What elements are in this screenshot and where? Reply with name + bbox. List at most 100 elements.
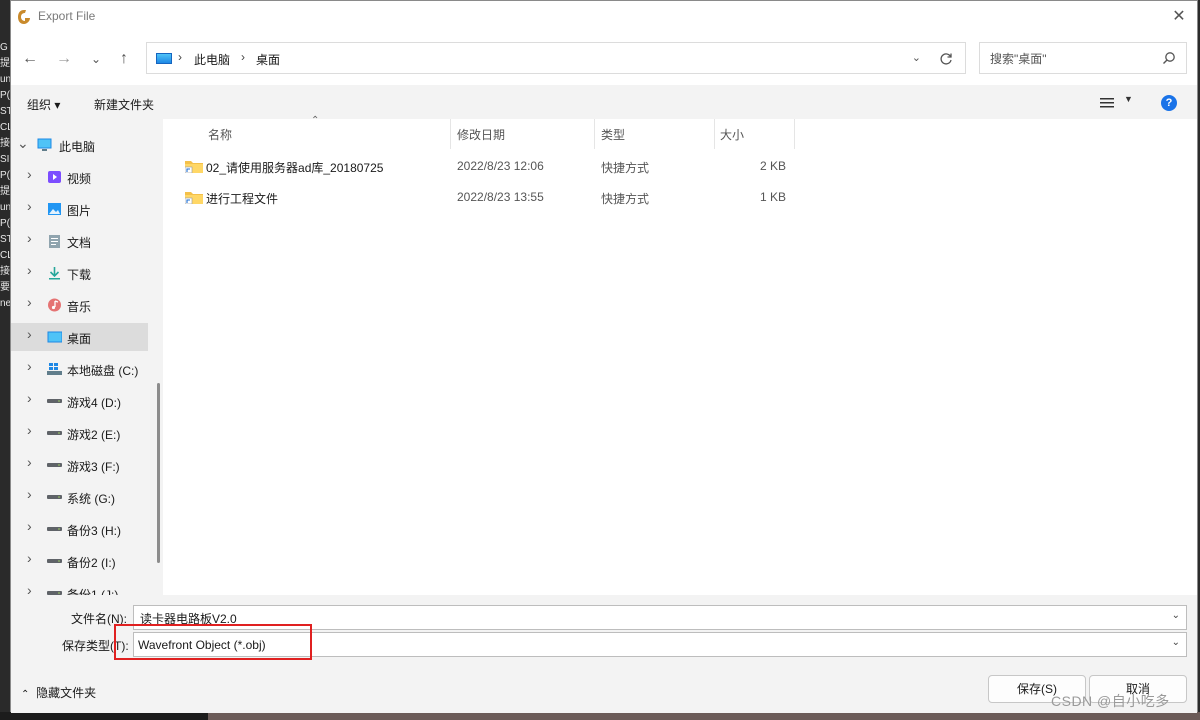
chevron-right-icon[interactable]: › [27, 166, 32, 182]
file-size: 2 KB [760, 159, 787, 173]
music-icon [48, 298, 61, 312]
help-icon[interactable]: ? [1161, 95, 1177, 111]
sidebar-item-label: 此电脑 [59, 140, 96, 154]
forward-arrow-icon[interactable]: → [53, 47, 75, 71]
chevron-right-icon[interactable]: › [27, 518, 32, 534]
sidebar-item[interactable]: › 下载 [11, 259, 148, 287]
chevron-right-icon[interactable]: › [27, 326, 32, 342]
chevron-right-icon[interactable]: › [27, 550, 32, 566]
sidebar-item-label: 图片 [67, 204, 92, 218]
file-name[interactable]: 02_请使用服务器ad库_20180725 [206, 159, 383, 176]
sidebar-item[interactable]: › 音乐 [11, 291, 148, 319]
column-divider[interactable] [714, 119, 715, 149]
sidebar-item[interactable]: ⌄ 此电脑 [11, 131, 148, 159]
view-options-icon[interactable] [1100, 97, 1114, 109]
file-date: 2022/8/23 13:55 [457, 190, 544, 204]
file-row[interactable]: 02_请使用服务器ad库_20180725 2022/8/23 12:06 快捷… [183, 150, 803, 181]
column-divider[interactable] [450, 119, 451, 149]
video-icon [48, 171, 61, 183]
column-header-name[interactable]: 名称 [208, 126, 232, 143]
chevron-right-icon[interactable]: › [27, 262, 32, 278]
file-row[interactable]: 进行工程文件 2022/8/23 13:55 快捷方式 1 KB [183, 181, 803, 212]
back-arrow-icon[interactable]: ← [19, 47, 41, 71]
chevron-right-icon[interactable]: › [27, 294, 32, 310]
hide-folders-toggle[interactable]: ⌃ 隐藏文件夹 [21, 684, 96, 701]
column-header-type[interactable]: 类型 [601, 126, 625, 143]
drive-icon [47, 527, 62, 531]
sidebar-item-label: 备份3 (H:) [67, 524, 122, 538]
sidebar-item[interactable]: › 备份3 (H:) [11, 515, 148, 543]
watermark-text: CSDN @自小吃多 [1051, 693, 1170, 709]
background-text: P( [0, 90, 10, 101]
file-name[interactable]: 进行工程文件 [206, 190, 278, 207]
sidebar-item[interactable]: › 备份1 (J:) [11, 579, 148, 595]
up-arrow-icon[interactable]: ↑ [113, 47, 135, 71]
navigation-scrollbar[interactable] [157, 383, 160, 563]
app-logo-icon [18, 10, 30, 24]
recent-locations-chevron-icon[interactable]: ⌄ [85, 47, 107, 71]
sidebar-item[interactable]: › 游戏2 (E:) [11, 419, 148, 447]
file-type: 快捷方式 [601, 192, 650, 206]
drive-icon [47, 463, 62, 467]
save-type-dropdown-chevron-icon[interactable]: ⌄ [1172, 637, 1180, 648]
chevron-right-icon[interactable]: › [27, 582, 32, 595]
sidebar-item-label: 游戏3 (F:) [67, 460, 120, 474]
column-header-size[interactable]: 大小 [720, 126, 744, 143]
background-text: un [0, 74, 10, 85]
computer-icon [37, 138, 52, 151]
drive-icon [47, 559, 62, 563]
file-size: 1 KB [760, 190, 787, 204]
background-text: 接 [0, 266, 10, 277]
hide-folders-label: 隐藏文件夹 [36, 686, 97, 700]
view-dropdown-chevron-icon[interactable]: ▼ [1124, 94, 1133, 104]
chevron-right-icon[interactable]: › [27, 486, 32, 502]
windows-drive-icon [47, 363, 62, 375]
title-bar: Export File ✕ [11, 1, 1197, 33]
search-box[interactable] [979, 42, 1187, 74]
sidebar-item-label: 文档 [67, 236, 92, 250]
sidebar-item-label: 视频 [67, 172, 92, 186]
breadcrumb-this-pc[interactable]: 此电脑 [194, 51, 230, 68]
sidebar-item[interactable]: › 图片 [11, 195, 148, 223]
sidebar-item[interactable]: › 文档 [11, 227, 148, 255]
search-input[interactable] [988, 50, 1152, 68]
search-icon[interactable] [1162, 51, 1176, 65]
background-text: P( [0, 218, 10, 229]
sidebar-item[interactable]: › 桌面 [11, 323, 148, 351]
chevron-right-icon[interactable]: › [27, 454, 32, 470]
new-folder-button[interactable]: 新建文件夹 [94, 96, 154, 113]
sidebar-item-label: 音乐 [67, 300, 92, 314]
chevron-right-icon[interactable]: › [27, 390, 32, 406]
refresh-icon[interactable] [939, 52, 953, 66]
column-divider[interactable] [594, 119, 595, 149]
sidebar-item[interactable]: › 本地磁盘 (C:) [11, 355, 148, 383]
breadcrumb-chevron-icon: › [241, 50, 245, 64]
column-header-date[interactable]: 修改日期 [457, 126, 505, 143]
close-icon[interactable]: ✕ [1167, 5, 1191, 29]
file-date: 2022/8/23 12:06 [457, 159, 544, 173]
column-divider[interactable] [794, 119, 795, 149]
chevron-right-icon[interactable]: › [27, 422, 32, 438]
chevron-right-icon[interactable]: › [27, 198, 32, 214]
sidebar-item[interactable]: › 系统 (G:) [11, 483, 148, 511]
sidebar-item[interactable]: › 备份2 (I:) [11, 547, 148, 575]
background-text: ST [0, 234, 10, 245]
sidebar-item[interactable]: › 视频 [11, 163, 148, 191]
documents-icon [49, 235, 60, 248]
sidebar-item[interactable]: › 游戏3 (F:) [11, 451, 148, 479]
sidebar-item-label: 系统 (G:) [67, 492, 115, 506]
folder-shortcut-icon [185, 161, 203, 173]
chevron-right-icon[interactable]: › [27, 230, 32, 246]
sidebar-item[interactable]: › 游戏4 (D:) [11, 387, 148, 415]
background-text: un [0, 202, 10, 213]
address-dropdown-chevron-icon[interactable]: ⌄ [912, 51, 921, 64]
address-bar[interactable]: › 此电脑 › 桌面 ⌄ [146, 42, 966, 74]
sidebar-item-label: 备份1 (J:) [67, 588, 119, 595]
chevron-right-icon[interactable]: › [27, 358, 32, 374]
breadcrumb-desktop[interactable]: 桌面 [256, 51, 280, 68]
filename-dropdown-chevron-icon[interactable]: ⌄ [1172, 610, 1180, 621]
chevron-down-icon[interactable]: ⌄ [17, 135, 29, 152]
sidebar-item-label: 下载 [67, 268, 92, 282]
organize-menu-button[interactable]: 组织 ▾ [27, 96, 60, 113]
background-text: SI [0, 154, 10, 165]
